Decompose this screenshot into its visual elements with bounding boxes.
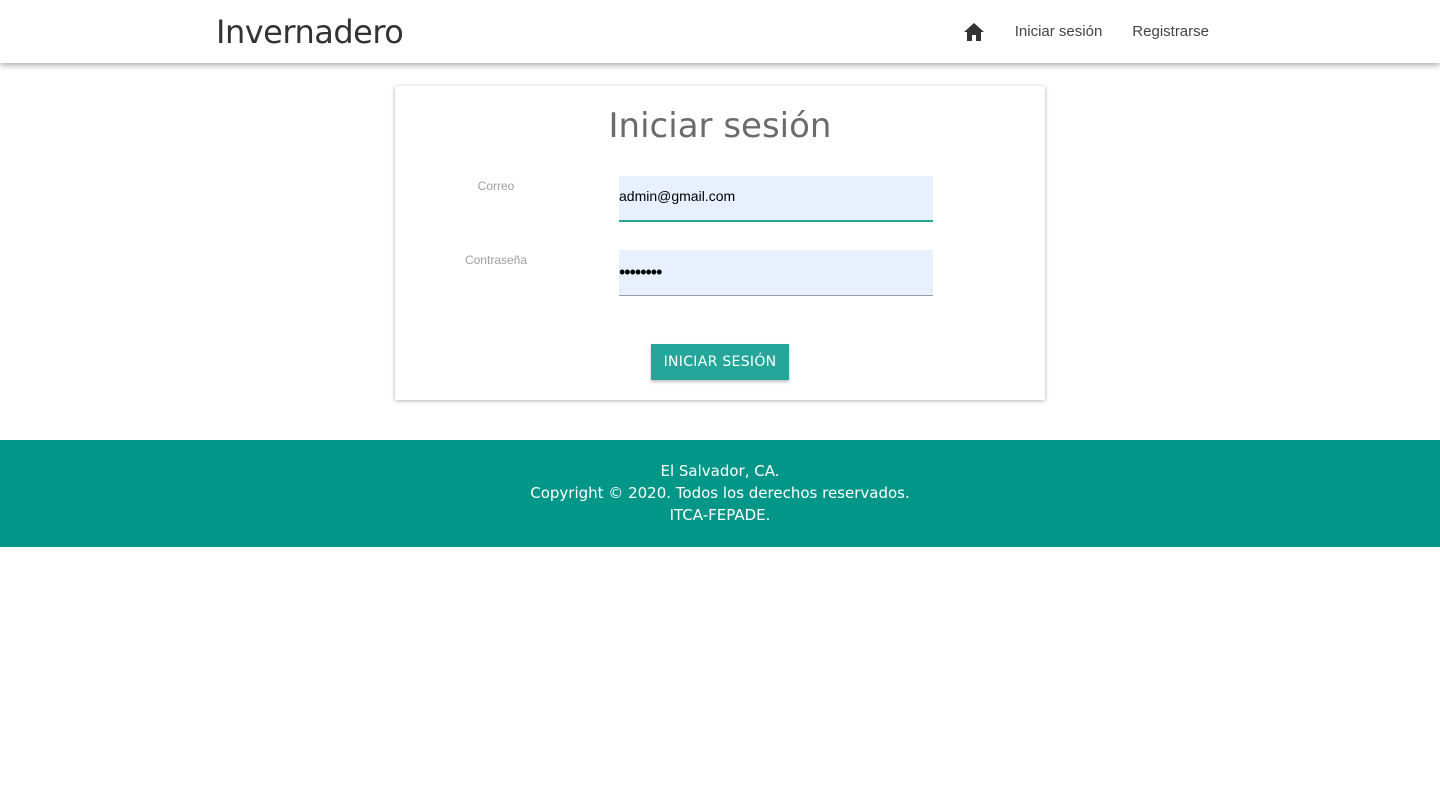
footer: El Salvador, CA. Copyright © 2020. Todos…: [0, 440, 1440, 547]
nav-link-login[interactable]: Iniciar sesión: [1015, 23, 1103, 40]
login-card: Iniciar sesión Correo admin@gmail.com Co…: [395, 86, 1045, 400]
password-label: Contraseña: [464, 253, 528, 267]
nav-link-register[interactable]: Registrarse: [1132, 23, 1209, 40]
email-field[interactable]: admin@gmail.com: [619, 176, 933, 222]
page-title: Iniciar sesión: [608, 106, 832, 146]
footer-location: El Salvador, CA.: [660, 462, 780, 480]
email-label: Correo: [477, 179, 515, 193]
footer-institution: ITCA-FEPADE.: [669, 506, 771, 524]
navbar: Invernadero Iniciar sesión Registrarse: [0, 0, 1440, 63]
home-icon[interactable]: [963, 21, 985, 43]
brand-logo[interactable]: Invernadero: [216, 13, 404, 51]
password-field[interactable]: ••••••••: [619, 250, 933, 296]
login-button[interactable]: INICIAR SESIÓN: [651, 344, 789, 380]
footer-copyright: Copyright © 2020. Todos los derechos res…: [530, 484, 910, 502]
nav-links: Iniciar sesión Registrarse: [963, 0, 1209, 63]
